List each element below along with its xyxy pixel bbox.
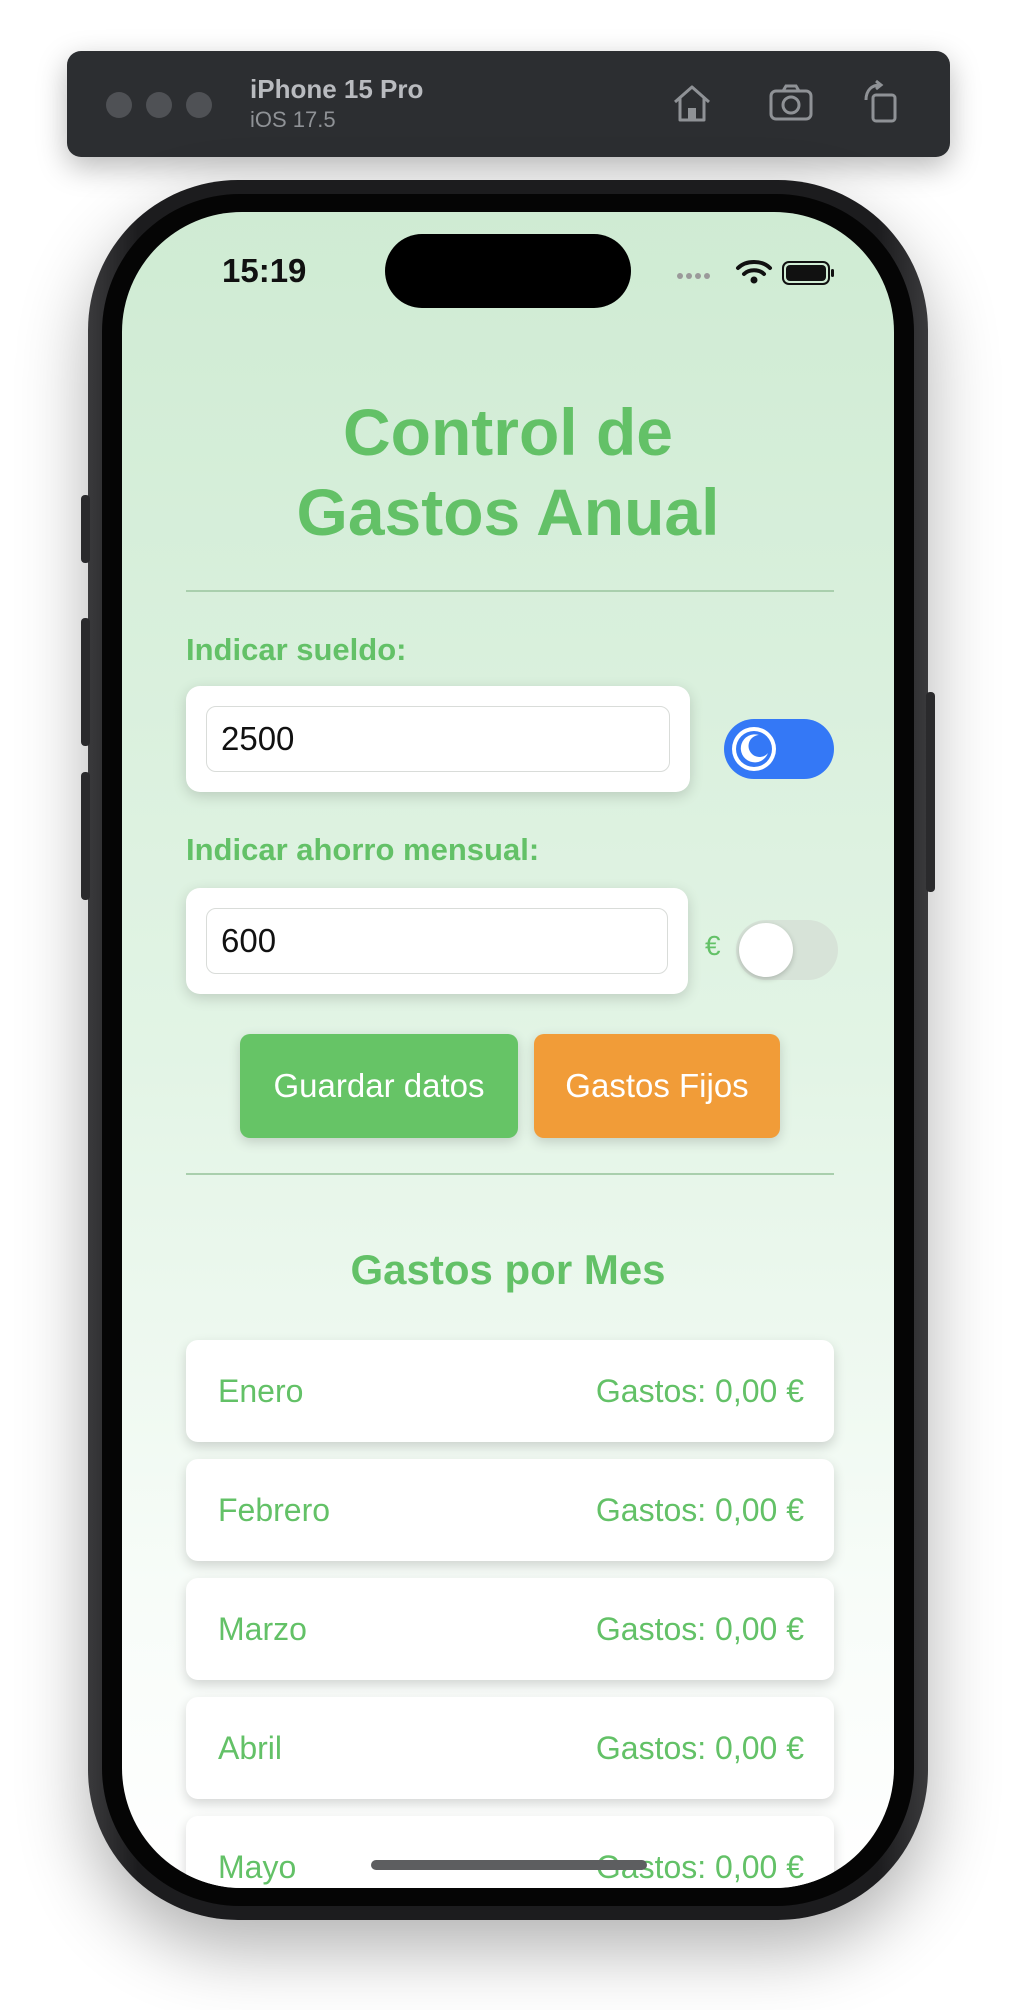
power-button[interactable] — [926, 692, 935, 892]
volume-up-button[interactable] — [81, 618, 90, 746]
month-name: Mayo — [218, 1849, 297, 1885]
page-title: Control de Gastos Anual — [122, 392, 894, 552]
toggle-knob — [739, 923, 793, 977]
page-title-line1: Control de — [343, 395, 673, 469]
month-name: Abril — [218, 1730, 283, 1766]
simulator-os-version: iOS 17.5 — [250, 107, 336, 132]
signal-icon — [677, 273, 710, 279]
month-expenses: Gastos: 0,00 € — [595, 1730, 804, 1766]
month-name: Enero — [218, 1373, 304, 1409]
salary-label: Indicar sueldo: — [186, 632, 407, 667]
wifi-icon — [736, 260, 772, 284]
phone-screen: 15:19 Control de Gastos Anual Indicar su… — [122, 212, 894, 1888]
rotate-icon[interactable] — [858, 78, 908, 128]
month-card-abril[interactable]: Abril Gastos: 0,00 € — [186, 1697, 834, 1799]
volume-down-button[interactable] — [81, 772, 90, 900]
month-card-febrero[interactable]: Febrero Gastos: 0,00 € — [186, 1459, 834, 1561]
savings-input[interactable] — [206, 908, 668, 974]
savings-input-card — [186, 888, 688, 994]
status-time: 15:19 — [222, 252, 307, 289]
window-zoom-dot[interactable] — [186, 92, 212, 118]
window-close-dot[interactable] — [106, 92, 132, 118]
monthly-expenses-title: Gastos por Mes — [350, 1246, 666, 1293]
screenshot-icon[interactable] — [766, 78, 816, 128]
home-icon[interactable] — [667, 78, 717, 128]
month-expenses: Gastos: 0,00 € — [595, 1373, 804, 1409]
currency-symbol: € — [705, 930, 721, 961]
month-expenses: Gastos: 0,00 € — [595, 1611, 804, 1647]
savings-label: Indicar ahorro mensual: — [186, 832, 540, 867]
home-indicator[interactable] — [371, 1860, 647, 1870]
month-card-mayo[interactable]: Mayo Gastos: 0,00 € — [186, 1816, 834, 1888]
month-expenses: Gastos: 0,00 € — [595, 1492, 804, 1528]
dark-mode-toggle[interactable] — [724, 719, 834, 779]
fixed-expenses-button[interactable]: Gastos Fijos — [534, 1034, 780, 1138]
month-name: Febrero — [218, 1492, 331, 1528]
month-card-enero[interactable]: Enero Gastos: 0,00 € — [186, 1340, 834, 1442]
currency-toggle[interactable] — [736, 920, 838, 980]
window-minimize-dot[interactable] — [146, 92, 172, 118]
middle-divider — [186, 1173, 834, 1175]
moon-icon — [732, 727, 776, 771]
dynamic-island — [385, 234, 631, 308]
page-title-line2: Gastos Anual — [296, 475, 720, 549]
action-button[interactable] — [81, 495, 90, 563]
top-divider — [186, 590, 834, 592]
month-card-marzo[interactable]: Marzo Gastos: 0,00 € — [186, 1578, 834, 1680]
salary-input[interactable] — [206, 706, 670, 772]
status-icons — [677, 260, 834, 285]
battery-icon — [782, 261, 834, 285]
simulator-device-name: iPhone 15 Pro — [250, 74, 424, 104]
save-data-button[interactable]: Guardar datos — [240, 1034, 518, 1138]
month-name: Marzo — [218, 1611, 307, 1647]
salary-input-card — [186, 686, 690, 792]
